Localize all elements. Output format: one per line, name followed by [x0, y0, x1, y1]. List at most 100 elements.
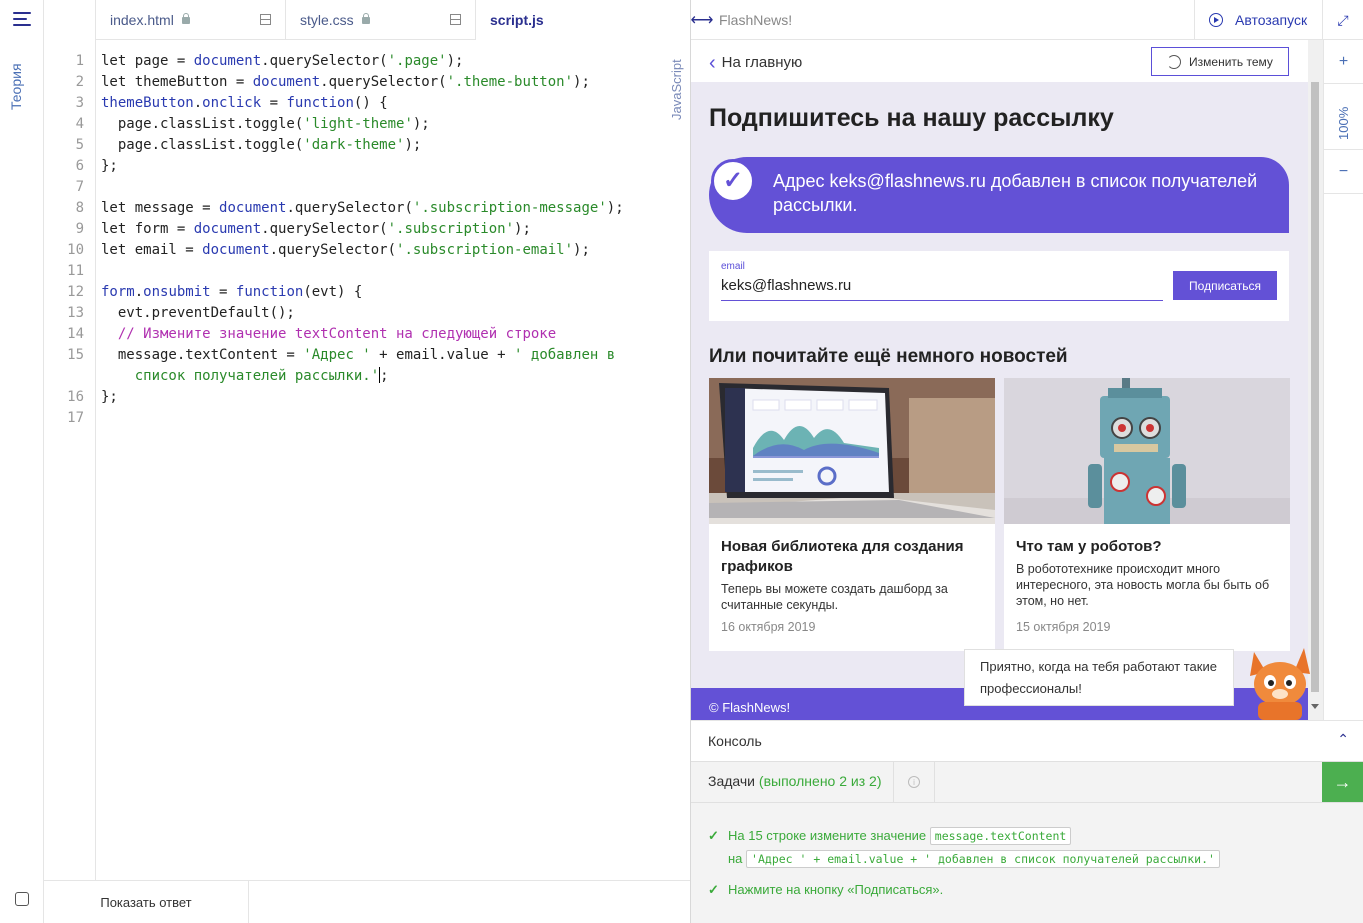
code-text: evt.preventDefault();: [101, 305, 295, 321]
code-text: let form = document.querySelector('.subs…: [101, 221, 531, 237]
tasks-label: Задачи: [708, 773, 756, 789]
task-text: на: [728, 851, 743, 866]
news-card-title: Новая библиотека для создания графиков: [721, 538, 964, 575]
chevron-up-icon[interactable]: ⌃: [1337, 731, 1349, 748]
fullscreen-icon[interactable]: ⤢: [1323, 0, 1363, 40]
zoom-controls: + 100% −: [1323, 40, 1363, 720]
news-heading: Или почитайте ещё немного новостей: [709, 346, 1068, 367]
task-item-2: ✓ Нажмите на кнопку «Подписаться».: [708, 882, 943, 898]
code-text: };: [101, 158, 118, 174]
line-number: 5: [75, 137, 84, 153]
cat-mascot-icon[interactable]: [1244, 642, 1314, 720]
zoom-out-button[interactable]: −: [1324, 150, 1363, 194]
back-link-label: На главную: [721, 54, 803, 71]
news-card-date: 16 октября 2019: [721, 620, 816, 634]
console-label: Консоль: [708, 733, 762, 749]
email-field[interactable]: keks@flashnews.ru: [721, 275, 1163, 301]
zoom-level: 100%: [1324, 84, 1363, 150]
refresh-icon: [1167, 54, 1182, 69]
code-text: form.onsubmit = function(evt) {: [101, 284, 363, 300]
file-tabs: index.html style.css script.js: [96, 0, 665, 40]
line-number: 15: [67, 347, 84, 363]
subscription-form: email keks@flashnews.ru Подписаться: [709, 251, 1289, 321]
theme-button-label: Изменить тему: [1189, 54, 1273, 69]
theory-tab[interactable]: Теория: [8, 63, 24, 110]
code-text: themeButton.onclick = function() {: [101, 95, 388, 111]
play-icon: [1209, 13, 1223, 27]
code-text: let page = document.querySelector('.page…: [101, 53, 464, 69]
split-view-icon[interactable]: [260, 14, 271, 25]
language-label-text: JavaScript: [669, 59, 684, 120]
code-text: };: [101, 389, 118, 405]
news-card[interactable]: Новая библиотека для создания графиков Т…: [709, 378, 995, 651]
preview-frame: ‹ На главную Изменить тему Подпишитесь на…: [691, 40, 1308, 720]
tasks-header: Задачи (выполнено 2 из 2) i →: [691, 762, 1363, 803]
tab-label: style.css: [300, 12, 354, 28]
info-icon[interactable]: i: [893, 762, 935, 802]
console-bar[interactable]: Консоль ⌃: [691, 720, 1363, 761]
tab-style-css[interactable]: style.css: [286, 0, 476, 40]
news-card[interactable]: Что там у роботов? В робототехнике проис…: [1004, 378, 1290, 651]
menu-icon[interactable]: [13, 12, 31, 26]
line-number: 10: [67, 242, 84, 258]
line-number: 7: [75, 179, 84, 195]
zoom-in-button[interactable]: +: [1324, 40, 1363, 84]
code-text: let email = document.querySelector('.sub…: [101, 242, 590, 258]
task-text: На 15 строке измените значение: [728, 828, 927, 843]
tab-index-html[interactable]: index.html: [96, 0, 286, 40]
back-link[interactable]: ‹ На главную: [709, 52, 802, 75]
task-code: message.textContent: [929, 827, 1072, 845]
line-number: 14: [67, 326, 84, 342]
task-item-1: ✓ На 15 строке измените значение message.…: [708, 827, 1072, 845]
line-number: 8: [75, 200, 84, 216]
laptop-dashboard-image: [709, 378, 995, 524]
line-number: 9: [75, 221, 84, 237]
check-icon: ✓: [711, 159, 755, 203]
news-card-date: 15 октября 2019: [1016, 620, 1111, 634]
split-view-icon[interactable]: [450, 14, 461, 25]
code-text: let message = document.querySelector('.s…: [101, 200, 624, 216]
news-card-title: Что там у роботов?: [1016, 538, 1162, 555]
app-root: Теория index.html style.css script.js Ja…: [0, 0, 1363, 923]
left-rail: Теория: [0, 0, 44, 923]
robot-image: [1004, 378, 1290, 524]
line-number: 13: [67, 305, 84, 321]
code-text: page.classList.toggle('light-theme');: [101, 116, 430, 132]
line-number: 11: [67, 263, 84, 279]
subscription-message: ✓ Адрес keks@flashnews.ru добавлен в спи…: [709, 157, 1289, 233]
code-text: список получателей рассылки.';: [134, 367, 389, 384]
code-text: message.textContent = 'Адрес ' + email.v…: [101, 347, 616, 363]
scrollbar-thumb[interactable]: [1311, 82, 1319, 692]
editor-footer: Показать ответ: [44, 880, 691, 923]
line-number: 6: [75, 158, 84, 174]
autorun-toggle[interactable]: Автозапуск: [1194, 0, 1323, 40]
lock-icon: [181, 12, 190, 24]
subscription-message-text: Адрес keks@flashnews.ru добавлен в списо…: [773, 171, 1258, 215]
chat-icon[interactable]: [15, 892, 29, 906]
line-number: 2: [75, 74, 84, 90]
line-number: 16: [67, 389, 84, 405]
task-text: Нажмите на кнопку «Подписаться».: [728, 882, 944, 897]
preview-scrollbar[interactable]: [1308, 40, 1323, 720]
task-code: 'Адрес ' + email.value + ' добавлен в сп…: [746, 850, 1220, 868]
line-number: 1: [75, 53, 84, 69]
code-text: let themeButton = document.querySelector…: [101, 74, 590, 90]
show-answer-button[interactable]: Показать ответ: [44, 881, 249, 923]
theme-button[interactable]: Изменить тему: [1151, 47, 1289, 76]
tab-label: script.js: [490, 12, 544, 28]
subscribe-button[interactable]: Подписаться: [1173, 271, 1277, 300]
check-icon: ✓: [708, 882, 719, 897]
language-label: JavaScript: [666, 40, 690, 140]
next-arrow-button[interactable]: →: [1322, 762, 1363, 802]
zoom-level-text: 100%: [1336, 106, 1351, 140]
preview-header: ⟷ FlashNews! Автозапуск ⤢: [691, 0, 1363, 40]
tab-script-js[interactable]: script.js: [476, 0, 665, 40]
lock-icon: [361, 12, 370, 24]
subscribe-heading: Подпишитесь на нашу рассылку: [709, 104, 1114, 132]
swap-panes-icon[interactable]: ⟷: [691, 0, 714, 40]
task-item-1-continued: на 'Адрес ' + email.value + ' добавлен в…: [728, 850, 1220, 868]
code-text: page.classList.toggle('dark-theme');: [101, 137, 422, 153]
tasks-panel: Задачи (выполнено 2 из 2) i → ✓ На 15 стр…: [691, 761, 1363, 923]
code-text: // Измените значение textContent на след…: [117, 326, 557, 342]
preview-title: FlashNews!: [719, 12, 793, 28]
